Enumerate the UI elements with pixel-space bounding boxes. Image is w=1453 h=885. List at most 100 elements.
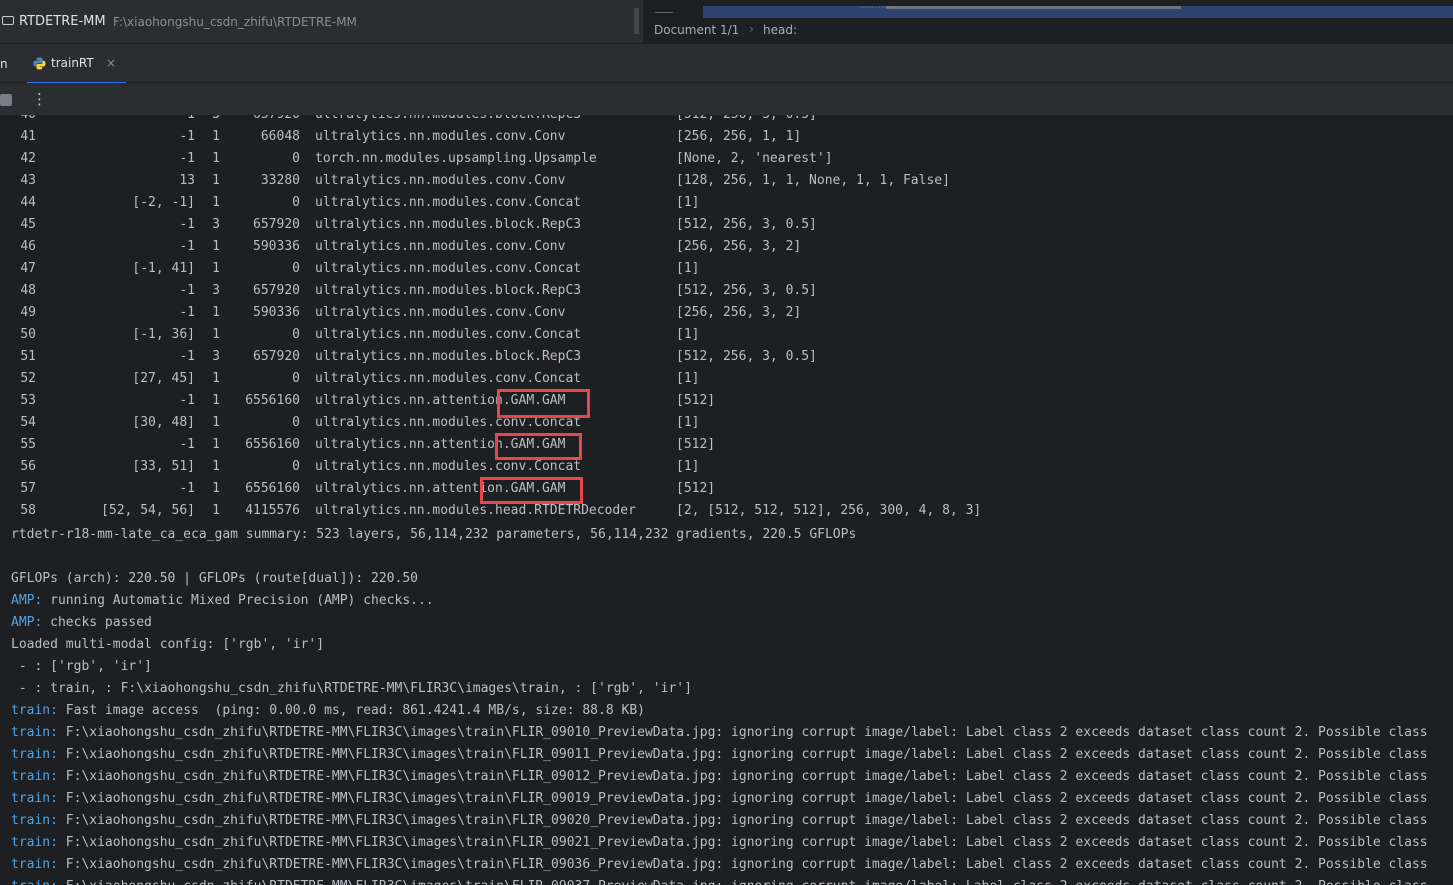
- breadcrumb-separator-icon: ›: [749, 22, 754, 36]
- args-cell: [1]: [676, 327, 700, 342]
- layer-index: 58: [20, 503, 36, 518]
- document-counter: Document 1/1: [654, 23, 740, 37]
- params-cell: 657920: [253, 349, 300, 364]
- console-output[interactable]: 40 -1 3 657920 ultralytics.nn.modules.block.…: [0, 115, 1453, 885]
- scroll-thumb[interactable]: [886, 6, 1181, 9]
- module-name: ultralytics.nn.modules.block.RepC3: [315, 349, 582, 364]
- layer-index: 54: [20, 415, 36, 430]
- more-vertical-icon[interactable]: ⋮: [32, 90, 47, 108]
- highlight-box: [480, 477, 583, 504]
- highlight-box: [495, 433, 582, 460]
- layer-index: 44: [20, 195, 36, 210]
- from-cell: [-1, 41]: [132, 261, 195, 276]
- repeat-count: 1: [212, 437, 220, 452]
- log-tag: AMP:: [11, 615, 43, 630]
- params-cell: 590336: [253, 305, 300, 320]
- document-scroll-bar[interactable]: ˙˙˙˙˙˙˙˙˙˙˙˙: [703, 6, 1453, 18]
- breadcrumb-item[interactable]: head:: [763, 23, 797, 37]
- table-row: 49 -1 1 590336 ultralytics.nn.modules.conv.C…: [0, 302, 1453, 324]
- log-line: train: F:\xiaohongshu_csdn_zhifu\RTDETRE…: [11, 810, 1453, 832]
- tab-label: trainRT: [51, 56, 94, 70]
- module-name: ultralytics.nn.modules.block.RepC3: [315, 283, 582, 298]
- from-cell: -1: [179, 129, 195, 144]
- args-cell: [512]: [676, 393, 716, 408]
- log-text: F:\xiaohongshu_csdn_zhifu\RTDETRE-MM\FLI…: [57, 791, 1428, 806]
- layer-index: 52: [20, 371, 36, 386]
- log-tag: train:: [11, 835, 58, 850]
- dots-indicator-icon: ˙˙˙˙˙˙˙˙˙˙˙˙: [859, 6, 896, 15]
- module-name: ultralytics.nn.modules.head.RTDETRDecode…: [315, 503, 636, 518]
- log-text: Loaded multi-modal config: ['rgb', 'ir']: [11, 637, 325, 652]
- params-cell: 590336: [253, 239, 300, 254]
- module-name: ultralytics.nn.modules.conv.Conv: [315, 173, 566, 188]
- repeat-count: 1: [212, 459, 220, 474]
- project-name[interactable]: RTDETRE-MM: [19, 14, 106, 29]
- tab-trainrt[interactable]: trainRT ×: [27, 44, 126, 84]
- run-tab-bar: n trainRT ×: [0, 43, 1453, 84]
- table-row: 51 -1 3 657920 ultralytics.nn.modules.block.…: [0, 346, 1453, 368]
- minimap-icon: [655, 12, 673, 17]
- args-cell: [1]: [676, 195, 700, 210]
- module-name: ultralytics.nn.modules.conv.Concat: [315, 327, 582, 342]
- close-icon[interactable]: ×: [106, 56, 116, 70]
- table-row: 47 [-1, 41] 1 0 ultralytics.nn.modules.conv.…: [0, 258, 1453, 280]
- args-cell: [1]: [676, 371, 700, 386]
- stop-icon[interactable]: [0, 94, 12, 106]
- table-row: 48 -1 3 657920 ultralytics.nn.modules.block.…: [0, 280, 1453, 302]
- layer-index: 45: [20, 217, 36, 232]
- repeat-count: 1: [212, 393, 220, 408]
- args-cell: [128, 256, 1, 1, None, 1, 1, False]: [676, 173, 950, 188]
- params-cell: 0: [292, 261, 300, 276]
- module-name: torch.nn.modules.upsampling.Upsample: [315, 151, 597, 166]
- table-row: 54 [30, 48] 1 0 ultralytics.nn.modules.conv.…: [0, 412, 1453, 434]
- table-row: 40 -1 3 657920 ultralytics.nn.modules.block.…: [0, 115, 1453, 126]
- folder-icon: [2, 16, 14, 25]
- args-cell: [1]: [676, 415, 700, 430]
- log-text: F:\xiaohongshu_csdn_zhifu\RTDETRE-MM\FLI…: [57, 747, 1428, 762]
- params-cell: 0: [292, 151, 300, 166]
- args-cell: [512]: [676, 437, 716, 452]
- pane-splitter[interactable]: [634, 8, 639, 34]
- repeat-count: 1: [212, 305, 220, 320]
- log-line: train: F:\xiaohongshu_csdn_zhifu\RTDETRE…: [11, 766, 1453, 788]
- args-cell: [256, 256, 3, 2]: [676, 305, 802, 320]
- log-text: rtdetr-r18-mm-late_ca_eca_gam summary: 5…: [11, 527, 857, 542]
- repeat-count: 3: [200, 115, 220, 126]
- title-bar: RTDETRE-MM F:\xiaohongshu_csdn_zhifu\RTD…: [0, 0, 1453, 43]
- repeat-count: 3: [212, 217, 220, 232]
- log-line: - : train, : F:\xiaohongshu_csdn_zhifu\R…: [11, 678, 1453, 700]
- log-text: F:\xiaohongshu_csdn_zhifu\RTDETRE-MM\FLI…: [57, 725, 1428, 740]
- repeat-count: 1: [212, 261, 220, 276]
- from-cell: [-1, 36]: [132, 327, 195, 342]
- log-text: - : ['rgb', 'ir']: [11, 659, 152, 674]
- tab-partial-label[interactable]: n: [0, 57, 8, 71]
- from-cell: [33, 51]: [132, 459, 195, 474]
- log-tag: train:: [11, 769, 58, 784]
- table-row: 46 -1 1 590336 ultralytics.nn.modules.conv.C…: [0, 236, 1453, 258]
- log-tag: AMP:: [11, 593, 43, 608]
- params-cell: 657920: [253, 217, 300, 232]
- params-cell: 4115576: [245, 503, 300, 518]
- from-cell: -1: [60, 115, 195, 126]
- table-row: 45 -1 3 657920 ultralytics.nn.modules.block.…: [0, 214, 1453, 236]
- model-summary-table: 40 -1 3 657920 ultralytics.nn.modules.block.…: [0, 115, 1453, 522]
- repeat-count: 1: [212, 129, 220, 144]
- layer-index: 51: [20, 349, 36, 364]
- repeat-count: 3: [212, 283, 220, 298]
- params-cell: 33280: [260, 173, 300, 188]
- module-name: ultralytics.nn.modules.conv.Conv: [315, 239, 566, 254]
- params-cell: 6556160: [245, 393, 300, 408]
- log-line: train: F:\xiaohongshu_csdn_zhifu\RTDETRE…: [11, 876, 1453, 885]
- log-line: train: F:\xiaohongshu_csdn_zhifu\RTDETRE…: [11, 744, 1453, 766]
- from-cell: -1: [179, 217, 195, 232]
- module-name: ultralytics.nn.modules.conv.Concat: [315, 195, 582, 210]
- from-cell: 13: [179, 173, 195, 188]
- layer-index: 55: [20, 437, 36, 452]
- log-tag: train:: [11, 857, 58, 872]
- params-cell: 0: [292, 415, 300, 430]
- python-icon: [33, 57, 46, 70]
- log-line: rtdetr-r18-mm-late_ca_eca_gam summary: 5…: [11, 524, 1453, 546]
- log-text: F:\xiaohongshu_csdn_zhifu\RTDETRE-MM\FLI…: [57, 835, 1428, 850]
- from-cell: -1: [179, 305, 195, 320]
- layer-index: 46: [20, 239, 36, 254]
